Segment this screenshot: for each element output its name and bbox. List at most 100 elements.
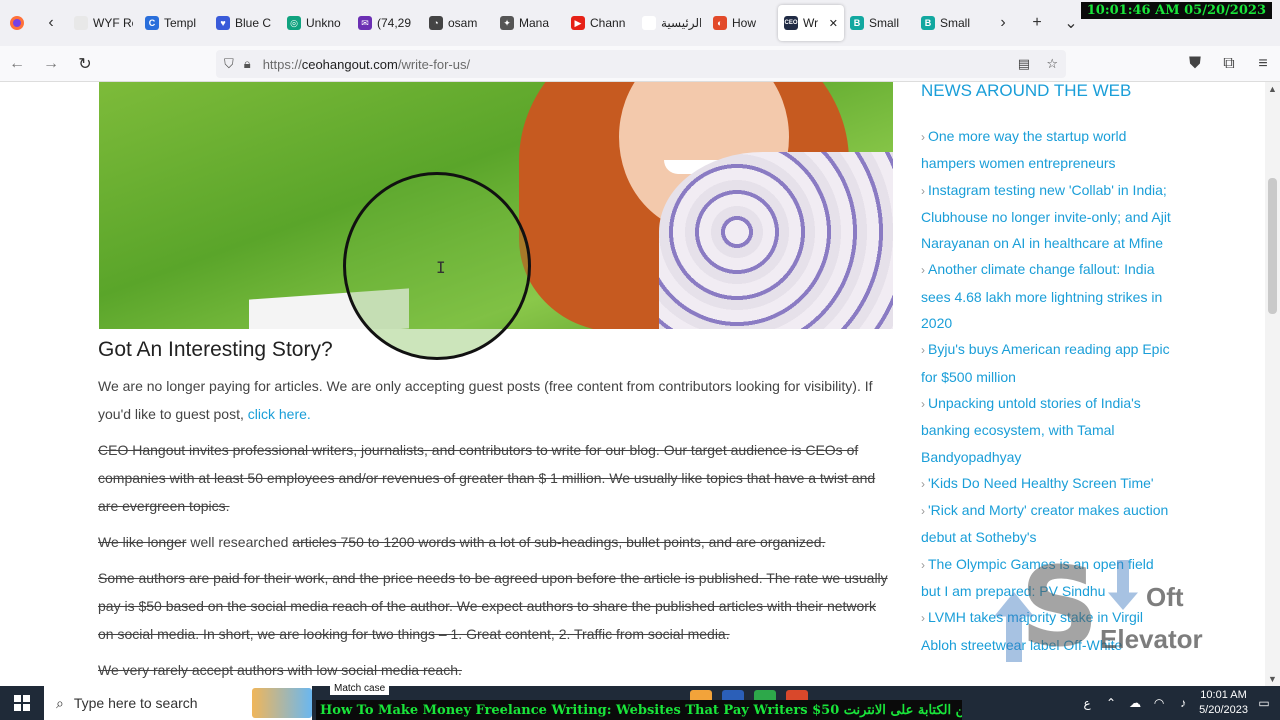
news-item-link[interactable]: The Olympic Games is an open field but I…: [921, 556, 1154, 599]
news-item[interactable]: › Another climate change fallout: India s…: [921, 256, 1171, 336]
news-item[interactable]: › LVMH takes majority stake in Virgil Abl…: [921, 604, 1171, 658]
scroll-up-icon[interactable]: ▲: [1268, 84, 1277, 94]
tab-title: Mana: [519, 16, 550, 30]
news-item-link[interactable]: LVMH takes majority stake in Virgil Ablo…: [921, 609, 1143, 652]
tab-title: الرئيسية: [661, 16, 701, 30]
tab-title: Wr: [803, 16, 819, 30]
tab-favicon-icon: ✦: [500, 16, 514, 30]
tab-favicon-icon: ◎: [287, 16, 301, 30]
scrollbar-thumb[interactable]: [1268, 178, 1277, 314]
lock-icon[interactable]: 🔒︎: [244, 56, 251, 72]
page-scrollbar[interactable]: ▲ ▼: [1265, 82, 1280, 686]
tab-scroll-right-icon[interactable]: ›: [986, 0, 1020, 46]
forward-icon[interactable]: →: [34, 46, 68, 82]
hero-shirt-shape: [659, 152, 893, 329]
browser-tab[interactable]: ✦ Mana: [494, 5, 565, 41]
url-bar[interactable]: ⛉ 🔒︎ https://ceohangout.com/write-for-us…: [216, 50, 1066, 78]
news-item-link[interactable]: Another climate change fallout: India se…: [921, 261, 1162, 331]
news-item-link[interactable]: 'Kids Do Need Healthy Screen Time': [928, 475, 1154, 491]
tab-favicon-icon: ◐: [713, 16, 727, 30]
browser-tab[interactable]: B Small: [844, 5, 915, 41]
tab-title: Small: [869, 16, 900, 30]
match-case-label[interactable]: Match case: [330, 682, 390, 695]
sidebar-title: NEWS AROUND THE WEB: [921, 82, 1132, 100]
browser-tab[interactable]: ◐ How: [707, 5, 778, 41]
language-indicator[interactable]: ع: [1079, 695, 1095, 711]
news-sidebar: NEWS AROUND THE WEB › One more way the st…: [921, 82, 1171, 658]
system-tray: ع ⌃ ☁ ◠ ♪ 10:01 AM 5/20/2023 ▭: [1079, 686, 1280, 720]
menu-icon[interactable]: ≡: [1246, 46, 1280, 82]
extensions-icon[interactable]: ⧉: [1212, 46, 1246, 82]
article-paragraph-4: Some authors are paid for their work, an…: [98, 570, 888, 642]
toolbar-right: ⛊ ⧉ ≡: [1178, 46, 1280, 82]
onedrive-icon[interactable]: ☁: [1127, 695, 1143, 711]
wifi-icon[interactable]: ◠: [1151, 695, 1167, 711]
tab-scroll-left-icon[interactable]: ‹: [34, 0, 68, 46]
bullet-arrow-icon: ›: [921, 476, 925, 491]
bullet-arrow-icon: ›: [921, 396, 925, 411]
bullet-arrow-icon: ›: [921, 263, 925, 278]
search-highlight-icon: [252, 688, 312, 718]
browser-tab[interactable]: B Small: [915, 5, 986, 41]
tab-title: Templ: [164, 16, 197, 30]
tab-favicon-icon: ✉: [358, 16, 372, 30]
news-item-link[interactable]: Unpacking untold stories of India's bank…: [921, 395, 1141, 465]
news-item[interactable]: › Instagram testing new 'Collab' in India…: [921, 177, 1171, 257]
notifications-icon[interactable]: ▭: [1256, 695, 1272, 711]
news-item[interactable]: › 'Kids Do Need Healthy Screen Time': [921, 470, 1171, 497]
new-tab-icon[interactable]: +: [1020, 0, 1054, 46]
video-title-ticker: How To Make Money Freelance Writing: Web…: [316, 700, 962, 720]
volume-icon[interactable]: ♪: [1175, 695, 1191, 711]
taskbar-search-box[interactable]: ⌕ Type here to search: [44, 686, 312, 720]
browser-tab[interactable]: C Templ: [139, 5, 210, 41]
bookmark-star-icon[interactable]: ☆: [1046, 56, 1058, 72]
browser-tab[interactable]: ▶ Chann: [565, 5, 636, 41]
tab-title: WYF Regis: [93, 16, 133, 30]
pocket-icon[interactable]: ⛊: [1178, 46, 1212, 82]
browser-tab[interactable]: ♥ Blue C: [210, 5, 281, 41]
reload-icon[interactable]: ↻: [68, 46, 102, 82]
news-item-link[interactable]: 'Rick and Morty' creator makes auction d…: [921, 502, 1168, 545]
bullet-arrow-icon: ›: [921, 130, 925, 144]
news-item[interactable]: › Byju's buys American reading app Epic f…: [921, 336, 1171, 390]
browser-tab[interactable]: ✉ (74,29: [352, 5, 423, 41]
news-item[interactable]: › Unpacking untold stories of India's ban…: [921, 390, 1171, 470]
tab-favicon-icon: CEO: [784, 16, 798, 30]
paragraph-strike-c: articles 750 to 1200 words with a lot of…: [292, 534, 826, 550]
bullet-arrow-icon: ›: [921, 611, 925, 626]
url-path: /write-for-us/: [397, 56, 471, 72]
browser-tab[interactable]: WYF Regis: [68, 5, 139, 41]
shield-icon[interactable]: ⛉: [224, 56, 234, 72]
tab-title: (74,29: [377, 16, 412, 30]
reader-view-icon[interactable]: ▤: [1018, 56, 1030, 72]
news-item-link[interactable]: One more way the startup world hampers w…: [921, 128, 1126, 171]
news-item[interactable]: › The Olympic Games is an open field but …: [921, 551, 1171, 605]
article-paragraph-1: We are no longer paying for articles. We…: [98, 372, 893, 428]
close-tab-icon[interactable]: ✕: [829, 17, 838, 30]
news-list: › One more way the startup world hampers …: [921, 123, 1171, 658]
tab-strip: WYF Regis C Templ ♥ Blue C ◎ Unkno ✉ (74,29 ◔ osam…: [68, 0, 986, 46]
guest-post-link[interactable]: click here.: [248, 406, 311, 422]
back-icon[interactable]: ←: [0, 46, 34, 82]
tab-title: Chann: [590, 16, 626, 30]
taskbar-clock[interactable]: 10:01 AM 5/20/2023: [1199, 688, 1248, 718]
news-item-link[interactable]: Instagram testing new 'Collab' in India;…: [921, 182, 1171, 252]
news-item-link[interactable]: Byju's buys American reading app Epic fo…: [921, 341, 1170, 384]
taskbar-time: 10:01 AM: [1200, 689, 1247, 701]
scroll-down-icon[interactable]: ▼: [1268, 674, 1277, 684]
text-cursor-icon: I: [436, 258, 446, 277]
chevron-up-icon[interactable]: ⌃: [1103, 695, 1119, 711]
article-heading: Got An Interesting Story?: [98, 338, 333, 361]
tab-title: osam: [448, 16, 478, 30]
browser-tab[interactable]: CEO Wr ✕: [778, 5, 844, 41]
page-content: I Got An Interesting Story? We are no lo…: [0, 82, 1280, 686]
windows-start-icon[interactable]: [0, 686, 44, 720]
browser-tab[interactable]: ◔ osam: [423, 5, 494, 41]
browser-tab[interactable]: ◎ Unkno: [281, 5, 352, 41]
news-item[interactable]: › 'Rick and Morty' creator makes auction …: [921, 497, 1171, 551]
news-item[interactable]: › One more way the startup world hampers …: [921, 123, 1171, 177]
firefox-icon[interactable]: [0, 0, 34, 46]
bullet-arrow-icon: ›: [921, 557, 925, 572]
browser-tab[interactable]: الرئيسية: [636, 5, 707, 41]
article-paragraph-2: CEO Hangout invites professional writers…: [98, 442, 876, 514]
